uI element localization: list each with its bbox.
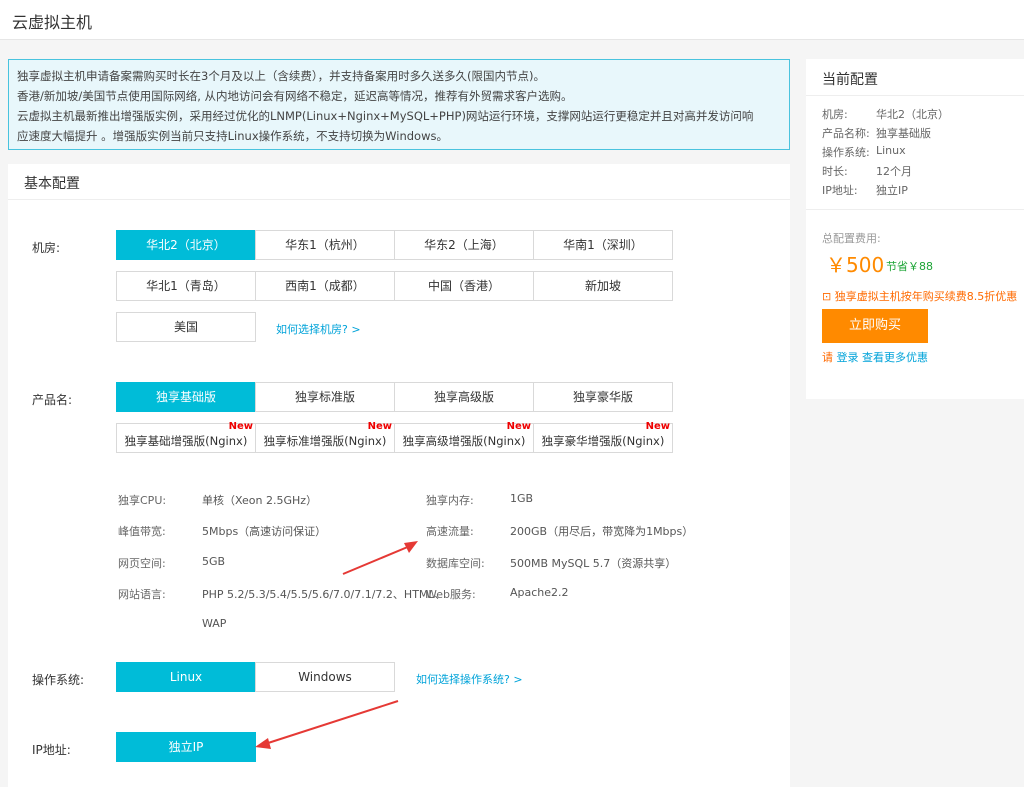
product-option-standard-enhanced[interactable]: 独享标准增强版(Nginx) New: [255, 421, 395, 453]
promo-text: ⊡ 独享虚拟主机按年购买续费8.5折优惠: [822, 288, 1017, 304]
product-option-basic-enhanced[interactable]: 独享基础增强版(Nginx) New: [116, 421, 256, 453]
gift-icon: ⊡: [822, 290, 832, 303]
spec-mem-value: 1GB: [510, 492, 534, 505]
new-badge: New: [506, 421, 531, 432]
os-label: 操作系统:: [32, 673, 85, 687]
divider: [8, 199, 790, 200]
region-option-singapore[interactable]: 新加坡: [533, 271, 673, 301]
login-tip: 请 登录 查看更多优惠: [822, 349, 928, 365]
product-option-advanced[interactable]: 独享高级版: [394, 382, 534, 412]
side-ip-value: 独立IP: [876, 184, 908, 197]
option-label: 独享标准增强版(Nginx): [263, 434, 387, 448]
page-title: 云虚拟主机: [12, 13, 93, 32]
side-os-value: Linux: [876, 144, 906, 157]
product-option-deluxe[interactable]: 独享豪华版: [533, 382, 673, 412]
region-option-shenzhen[interactable]: 华南1（深圳）: [533, 230, 673, 260]
more-offers-link[interactable]: 查看更多优惠: [862, 351, 928, 364]
region-label: 机房:: [32, 241, 61, 255]
region-option-hangzhou[interactable]: 华东1（杭州）: [255, 230, 395, 260]
notice-line-4: 应速度大幅提升 。增强版实例当前只支持Linux操作系统，不支持切换为Windo…: [17, 129, 448, 143]
region-option-hongkong[interactable]: 中国（香港）: [394, 271, 534, 301]
os-option-windows[interactable]: Windows: [255, 662, 395, 692]
spec-bandwidth-value: 5Mbps（高速访问保证）: [202, 525, 327, 538]
current-config-panel: 当前配置 机房: 华北2（北京） 产品名称: 独享基础版 操作系统: Linux…: [806, 59, 1024, 399]
option-label: 独享豪华增强版(Nginx): [541, 434, 665, 448]
region-help-link[interactable]: 如何选择机房? >: [276, 321, 361, 337]
option-label: 独享基础增强版(Nginx): [124, 434, 248, 448]
section-title: 基本配置: [24, 176, 80, 192]
side-title: 当前配置: [822, 72, 878, 88]
spec-webserver-value: Apache2.2: [510, 586, 569, 599]
spec-cpu-value: 单核（Xeon 2.5GHz）: [202, 494, 318, 507]
divider: [806, 95, 1024, 96]
spec-cpu-key: 独享CPU:: [118, 494, 167, 507]
region-option-usa[interactable]: 美国: [116, 312, 256, 342]
os-option-linux[interactable]: Linux: [116, 662, 256, 692]
notice-line-1: 独享虚拟主机申请备案需购买时长在3个月及以上（含续费），并支持备案用时多久送多久…: [17, 69, 546, 83]
region-option-beijing[interactable]: 华北2（北京）: [116, 230, 256, 260]
spec-mem-key: 独享内存:: [426, 494, 474, 507]
spec-bandwidth-key: 峰值带宽:: [118, 525, 166, 538]
notice-box: 独享虚拟主机申请备案需购买时长在3个月及以上（含续费），并支持备案用时多久送多久…: [8, 59, 790, 150]
new-badge: New: [367, 421, 392, 432]
spec-webspace-key: 网页空间:: [118, 557, 166, 570]
region-option-qingdao[interactable]: 华北1（青岛）: [116, 271, 256, 301]
side-region-value: 华北2（北京）: [876, 108, 949, 121]
total-price: ￥500: [826, 253, 885, 277]
ip-label: IP地址:: [32, 743, 71, 757]
divider: [806, 209, 1024, 210]
os-help-link[interactable]: 如何选择操作系统? >: [416, 671, 523, 687]
product-option-standard[interactable]: 独享标准版: [255, 382, 395, 412]
spec-language-value-2: WAP: [202, 617, 227, 630]
spec-language-key: 网站语言:: [118, 588, 166, 601]
total-price-label: 总配置费用:: [822, 232, 881, 245]
product-option-basic[interactable]: 独享基础版: [116, 382, 256, 412]
side-region-key: 机房:: [822, 108, 848, 121]
login-prefix: 请: [822, 351, 833, 364]
notice-line-2: 香港/新加坡/美国节点使用国际网络, 从内地访问会有网络不稳定，延迟高等情况，推…: [17, 89, 573, 103]
top-bar: 云虚拟主机: [0, 0, 1024, 40]
spec-language-value: PHP 5.2/5.3/5.4/5.5/5.6/7.0/7.1/7.2、HTML…: [202, 588, 446, 601]
spec-traffic-key: 高速流量:: [426, 525, 474, 538]
region-option-chengdu[interactable]: 西南1（成都）: [255, 271, 395, 301]
notice-line-3: 云虚拟主机最新推出增强版实例，采用经过优化的LNMP(Linux+Nginx+M…: [17, 109, 754, 123]
side-duration-key: 时长:: [822, 165, 848, 178]
ip-option-dedicated[interactable]: 独立IP: [116, 732, 256, 762]
new-badge: New: [228, 421, 253, 432]
side-duration-value: 12个月: [876, 165, 912, 178]
product-option-advanced-enhanced[interactable]: 独享高级增强版(Nginx) New: [394, 421, 534, 453]
savings-text: 节省￥88: [886, 260, 933, 273]
basic-config-panel: 基本配置 机房: 华北2（北京） 华东1（杭州） 华东2（上海） 华南1（深圳）…: [8, 164, 790, 787]
product-option-deluxe-enhanced[interactable]: 独享豪华增强版(Nginx) New: [533, 421, 673, 453]
side-product-key: 产品名称:: [822, 127, 870, 140]
side-ip-key: IP地址:: [822, 184, 858, 197]
spec-webspace-value: 5GB: [202, 555, 226, 568]
login-link[interactable]: 登录: [837, 351, 859, 364]
new-badge: New: [645, 421, 670, 432]
option-label: 独享高级增强版(Nginx): [402, 434, 526, 448]
buy-now-button[interactable]: 立即购买: [822, 309, 928, 343]
side-product-value: 独享基础版: [876, 127, 931, 140]
spec-db-value: 500MB MySQL 5.7（资源共享）: [510, 557, 677, 570]
spec-webserver-key: Web服务:: [426, 588, 476, 601]
region-option-shanghai[interactable]: 华东2（上海）: [394, 230, 534, 260]
spec-traffic-value: 200GB（用尽后，带宽降为1Mbps）: [510, 525, 694, 538]
promo-label: 独享虚拟主机按年购买续费8.5折优惠: [834, 290, 1018, 303]
side-os-key: 操作系统:: [822, 146, 870, 159]
product-label: 产品名:: [32, 393, 73, 407]
spec-db-key: 数据库空间:: [426, 557, 485, 570]
